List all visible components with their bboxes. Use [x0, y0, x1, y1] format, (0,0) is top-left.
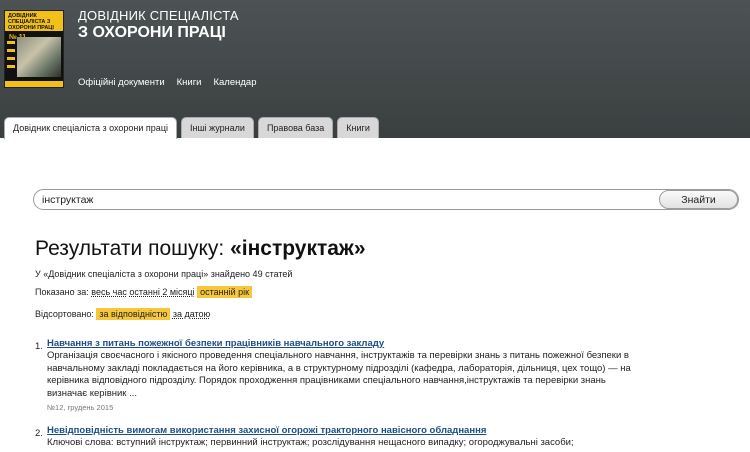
- sort-filter: Відсортовано: за відповідністю за датою: [35, 308, 210, 320]
- search-input[interactable]: [42, 193, 642, 207]
- cover-title: ДОВІДНИК СПЕЦІАЛІСТА З ОХОРОНИ ПРАЦІ: [8, 13, 54, 31]
- period-filter: Показано за: весь час останні 2 місяці о…: [35, 286, 253, 298]
- tab-legal-base[interactable]: Правова база: [257, 117, 334, 138]
- journal-cover-image[interactable]: ДОВІДНИК СПЕЦІАЛІСТА З ОХОРОНИ ПРАЦІ № 1…: [4, 10, 64, 88]
- result-issue-date: №12, грудень 2015: [47, 403, 114, 412]
- sort-by-date[interactable]: за датою: [173, 309, 210, 319]
- sort-filter-label: Відсортовано:: [35, 309, 94, 319]
- result-title-link[interactable]: Навчання з питань пожежної безпеки праці…: [47, 338, 735, 349]
- tab-books[interactable]: Книги: [337, 117, 379, 138]
- results-heading-prefix: Результати пошуку:: [35, 237, 231, 260]
- nav-books[interactable]: Книги: [177, 77, 202, 88]
- site-header: ДОВІДНИК СПЕЦІАЛІСТА З ОХОРОНИ ПРАЦІ № 1…: [0, 0, 750, 139]
- search-result: 1. Навчання з питань пожежної безпеки пр…: [35, 338, 735, 412]
- period-filter-label: Показано за:: [35, 287, 89, 297]
- brand-line1: ДОВІДНИК СПЕЦІАЛІСТА: [78, 8, 239, 23]
- results-heading-query: «інструктаж»: [230, 237, 366, 260]
- results-count: У «Довідник спеціаліста з охорони праці»…: [35, 269, 293, 279]
- search-button[interactable]: Знайти: [659, 190, 738, 209]
- sort-by-relevance[interactable]: за відповідністю: [96, 308, 171, 320]
- results-heading: Результати пошуку: «інструктаж»: [35, 237, 366, 261]
- result-title-link[interactable]: Невідповідність вимогам використання зах…: [47, 425, 735, 436]
- top-navigation: Офіційні документи Книги Календар: [78, 77, 257, 88]
- search-box: [33, 189, 739, 210]
- search-result: 2. Невідповідність вимогам використання …: [35, 425, 735, 450]
- tab-handbook[interactable]: Довідник спеціаліста з охорони праці: [4, 117, 177, 139]
- filter-all-time[interactable]: весь час: [91, 287, 127, 297]
- result-number: 2.: [35, 428, 43, 439]
- filter-last-2-months[interactable]: останні 2 місяці: [129, 287, 194, 297]
- result-number: 1.: [35, 341, 43, 352]
- result-snippet: Ключові слова: вступний інструктаж; перв…: [47, 437, 574, 448]
- site-logo-title[interactable]: ДОВІДНИК СПЕЦІАЛІСТА З ОХОРОНИ ПРАЦІ: [78, 8, 239, 42]
- tab-bar: Довідник спеціаліста з охорони праці Інш…: [4, 117, 379, 139]
- filter-last-year[interactable]: останній рік: [197, 286, 253, 298]
- search-results-list: 1. Навчання з питань пожежної безпеки пр…: [35, 338, 735, 450]
- tab-other-journals[interactable]: Інші журнали: [180, 117, 254, 138]
- cover-photo: [17, 37, 61, 77]
- brand-line2: З ОХОРОНИ ПРАЦІ: [78, 24, 226, 41]
- nav-official-documents[interactable]: Офіційні документи: [78, 77, 165, 88]
- result-snippet: Організація своєчасного і якісного прове…: [47, 350, 631, 399]
- nav-calendar[interactable]: Календар: [213, 77, 256, 88]
